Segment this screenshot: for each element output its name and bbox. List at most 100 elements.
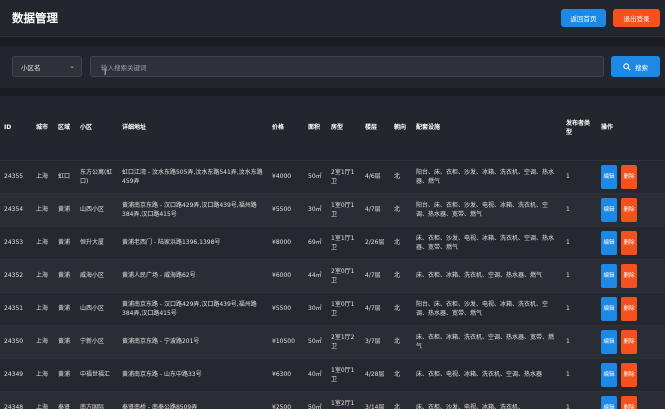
cell-city: 上海 [32,324,54,358]
edit-button[interactable]: 编辑 [601,329,617,354]
cell-address: 黄浦老西门 - 陆家浜路1396,1398号 [118,225,268,259]
cell-address: 黄浦南京东路 - 山东中路33号 [118,357,268,391]
cell-city: 上海 [32,258,54,292]
cell-community: 威海小区 [76,258,118,292]
table-row: 24355 上海 虹口 东方公寓(虹口) 虹口江湾 - 汶水东路505弄,汶水东… [0,159,665,193]
data-table-panel: ID 城市 区域 小区 详细地址 价格 面积 房型 楼层 朝向 配套设施 发布者… [0,96,665,409]
chevron-down-icon: ⌄ [69,62,75,70]
cell-id: 24354 [0,192,32,226]
cell-price: ¥2500 [268,390,304,409]
cell-district: 黄浦 [54,324,76,358]
table-row: 24349 上海 黄浦 中福世福汇 黄浦南京东路 - 山东中路33号 ¥6300… [0,357,665,391]
cell-city: 上海 [32,225,54,259]
col-header-publisher: 发布者类型 [566,119,591,136]
table-row: 24352 上海 黄浦 威海小区 黄浦人民广场 - 威海路62号 ¥6000 4… [0,258,665,292]
data-table: ID 城市 区域 小区 详细地址 价格 面积 房型 楼层 朝向 配套设施 发布者… [0,96,665,409]
cell-floor: 4/7层 [361,192,390,226]
cell-ops: 编辑 删除 [597,357,665,391]
col-header-facilities: 配套设施 [416,124,441,132]
cell-price: ¥6000 [268,258,304,292]
back-home-button[interactable]: 返回首页 [561,9,606,27]
cell-address: 黄浦人民广场 - 威海路62号 [118,258,268,292]
edit-button[interactable]: 编辑 [601,395,617,409]
cell-floor: 4/7层 [361,258,390,292]
cell-district: 黄浦 [54,291,76,325]
col-header-district: 区域 [58,124,71,132]
search-input[interactable]: 输入搜索关键词 [90,56,604,77]
cell-orientation: 北 [390,225,412,259]
cell-facilities: 阳台、床、衣柜、沙发、电视、冰箱、洗衣机、空调、热水器、宽带、燃气 [412,291,562,325]
top-header: 数据管理 返回首页 退出登录 [0,0,665,37]
cell-id: 24355 [0,159,32,193]
cell-city: 上海 [32,357,54,391]
cell-district: 黄浦 [54,192,76,226]
delete-button[interactable]: 删除 [621,263,637,288]
search-button[interactable]: 搜索 [611,56,660,77]
delete-button[interactable]: 删除 [621,230,637,255]
cell-city: 上海 [32,159,54,193]
cell-layout: 2室1厅2卫 [327,324,361,358]
delete-button[interactable]: 删除 [621,296,637,321]
cell-layout: 1室1厅1卫 [327,225,361,259]
cell-orientation: 北 [390,291,412,325]
edit-button[interactable]: 编辑 [601,164,617,189]
cell-publisher: 1 [562,225,597,259]
cell-id: 24349 [0,357,32,391]
cell-publisher: 1 [562,324,597,358]
cell-community: 东方公寓(虹口) [76,159,118,193]
delete-button[interactable]: 删除 [621,197,637,222]
cell-community: 恒升大厦 [76,225,118,259]
cell-city: 上海 [32,192,54,226]
delete-button[interactable]: 删除 [621,395,637,409]
cell-community: 中福世福汇 [76,357,118,391]
cell-orientation: 北 [390,258,412,292]
cell-community: 南方国际 [76,390,118,409]
delete-button[interactable]: 删除 [621,329,637,354]
cell-area: 50㎡ [304,390,327,409]
cell-id: 24353 [0,225,32,259]
cell-publisher: 1 [562,357,597,391]
table-row: 24353 上海 黄浦 恒升大厦 黄浦老西门 - 陆家浜路1396,1398号 … [0,225,665,259]
edit-button[interactable]: 编辑 [601,263,617,288]
cell-facilities: 床、衣柜、电视、冰箱、洗衣机、空调、热水器 [412,357,562,391]
cell-id: 24350 [0,324,32,358]
cell-facilities: 阳台、床、衣柜、沙发、冰箱、洗衣机、空调、热水器、燃气 [412,159,562,193]
edit-button[interactable]: 编辑 [601,230,617,255]
col-header-price: 价格 [272,124,285,132]
cell-id: 24351 [0,291,32,325]
cell-layout: 1室0厅1卫 [327,357,361,391]
cell-area: 30㎡ [304,291,327,325]
cell-publisher: 1 [562,159,597,193]
cell-price: ¥4000 [268,159,304,193]
cell-address: 虹口江湾 - 汶水东路505弄,汶水东路541弄,汶水东路459弄 [118,159,268,193]
edit-button[interactable]: 编辑 [601,197,617,222]
cell-facilities: 床、衣柜、沙发、电视、冰箱、洗衣机、空调、热水器、宽带、燃气 [412,225,562,259]
search-field-select[interactable]: 小区名 ⌄ [12,56,82,77]
cell-area: 50㎡ [304,324,327,358]
cell-layout: 2室0厅1卫 [327,258,361,292]
cell-district: 黄浦 [54,357,76,391]
edit-button[interactable]: 编辑 [601,296,617,321]
cell-district: 虹口 [54,159,76,193]
cell-layout: 1室0厅1卫 [327,291,361,325]
col-header-ops: 操作 [601,124,614,132]
cell-address: 奉贤南桥 - 南奉公路8509弄 [118,390,268,409]
cell-price: ¥5500 [268,192,304,226]
cell-publisher: 1 [562,258,597,292]
delete-button[interactable]: 删除 [621,164,637,189]
cell-price: ¥10500 [268,324,304,358]
cell-area: 44㎡ [304,258,327,292]
cell-orientation: 北 [390,390,412,409]
cell-ops: 编辑 删除 [597,390,665,409]
cell-floor: 3/7层 [361,324,390,358]
logout-button[interactable]: 退出登录 [613,9,660,27]
cell-ops: 编辑 删除 [597,192,665,226]
search-bar: 小区名 ⌄ 输入搜索关键词 搜索 [0,46,665,88]
edit-button[interactable]: 编辑 [601,362,617,387]
delete-button[interactable]: 删除 [621,362,637,387]
cell-area: 50㎡ [304,159,327,193]
cell-orientation: 北 [390,159,412,193]
col-header-address: 详细地址 [122,124,147,132]
cell-district: 黄浦 [54,225,76,259]
cell-floor: 4/28层 [361,357,390,391]
